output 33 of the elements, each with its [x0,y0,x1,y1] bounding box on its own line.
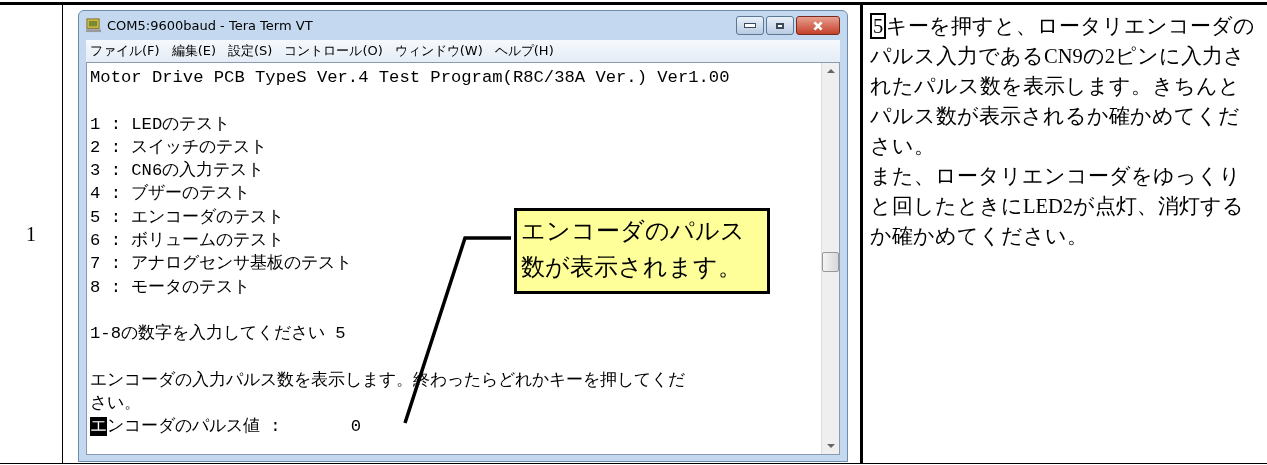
terminal-line: さい。 [90,393,141,416]
terminal-line: 8 : モータのテスト [90,276,251,299]
row-number: 1 [26,222,36,246]
menu-item[interactable]: ファイル(F) [90,42,160,60]
terminal-line: 5 : エンコーダのテスト [90,206,285,229]
scroll-down-icon[interactable] [826,444,835,448]
terminal-line: 1-8の数字を入力してください 5 [90,322,346,346]
menu-item[interactable]: 編集(E) [171,42,216,60]
close-icon [812,19,824,32]
terminal-line: Motor Drive PCB TypeS Ver.4 Test Program(R8C/38A Ver.) Ver1.00 [90,67,730,89]
menu-item[interactable]: コントロール(O) [284,42,383,60]
window-title: COM5:9600baud - Tera Term VT [107,18,313,33]
menu-item[interactable]: ヘルプ(H) [494,42,554,60]
scrollbar[interactable] [821,63,839,454]
terminal-line: 3 : CN6の入力テスト [90,160,265,183]
callout-note: エンコーダのパルス数が表示されます。 [514,208,770,294]
terminal-line: エンコーダのパルス値 : [90,416,281,439]
terminal-line: 6 : ボリュームのテスト [90,230,285,253]
terminal-line: 1 : LEDのテスト [90,113,231,136]
close-button[interactable] [796,16,840,35]
description-text: 5 キーを押すと、ロータリエンコーダのパルス入力であるCN9の2ピンに入力されたパルス数を表示します。きちんとパルス数が表示されるか確かめてください。 [870,12,1257,159]
minimize-button[interactable] [736,16,764,35]
terminal-icon [86,18,101,33]
menu-item[interactable]: 設定(S) [228,42,273,60]
terminal-line: 2 : スイッチのテスト [90,136,268,159]
maximize-button[interactable] [766,16,794,35]
pulse-value: 0 [350,416,361,439]
terminal-line: 4 : ブザーのテスト [90,183,251,206]
terminal-line: 7 : アナログセンサ基板のテスト [90,253,353,276]
menu-item[interactable]: ウィンドウ(W) [394,42,483,60]
scroll-up-icon[interactable] [826,69,835,73]
description-text: また、ロータリエンコーダをゆっくりと回したときにLED2が点灯、消灯するか確かめてください。 [870,164,1246,249]
scroll-thumb[interactable] [822,251,839,272]
